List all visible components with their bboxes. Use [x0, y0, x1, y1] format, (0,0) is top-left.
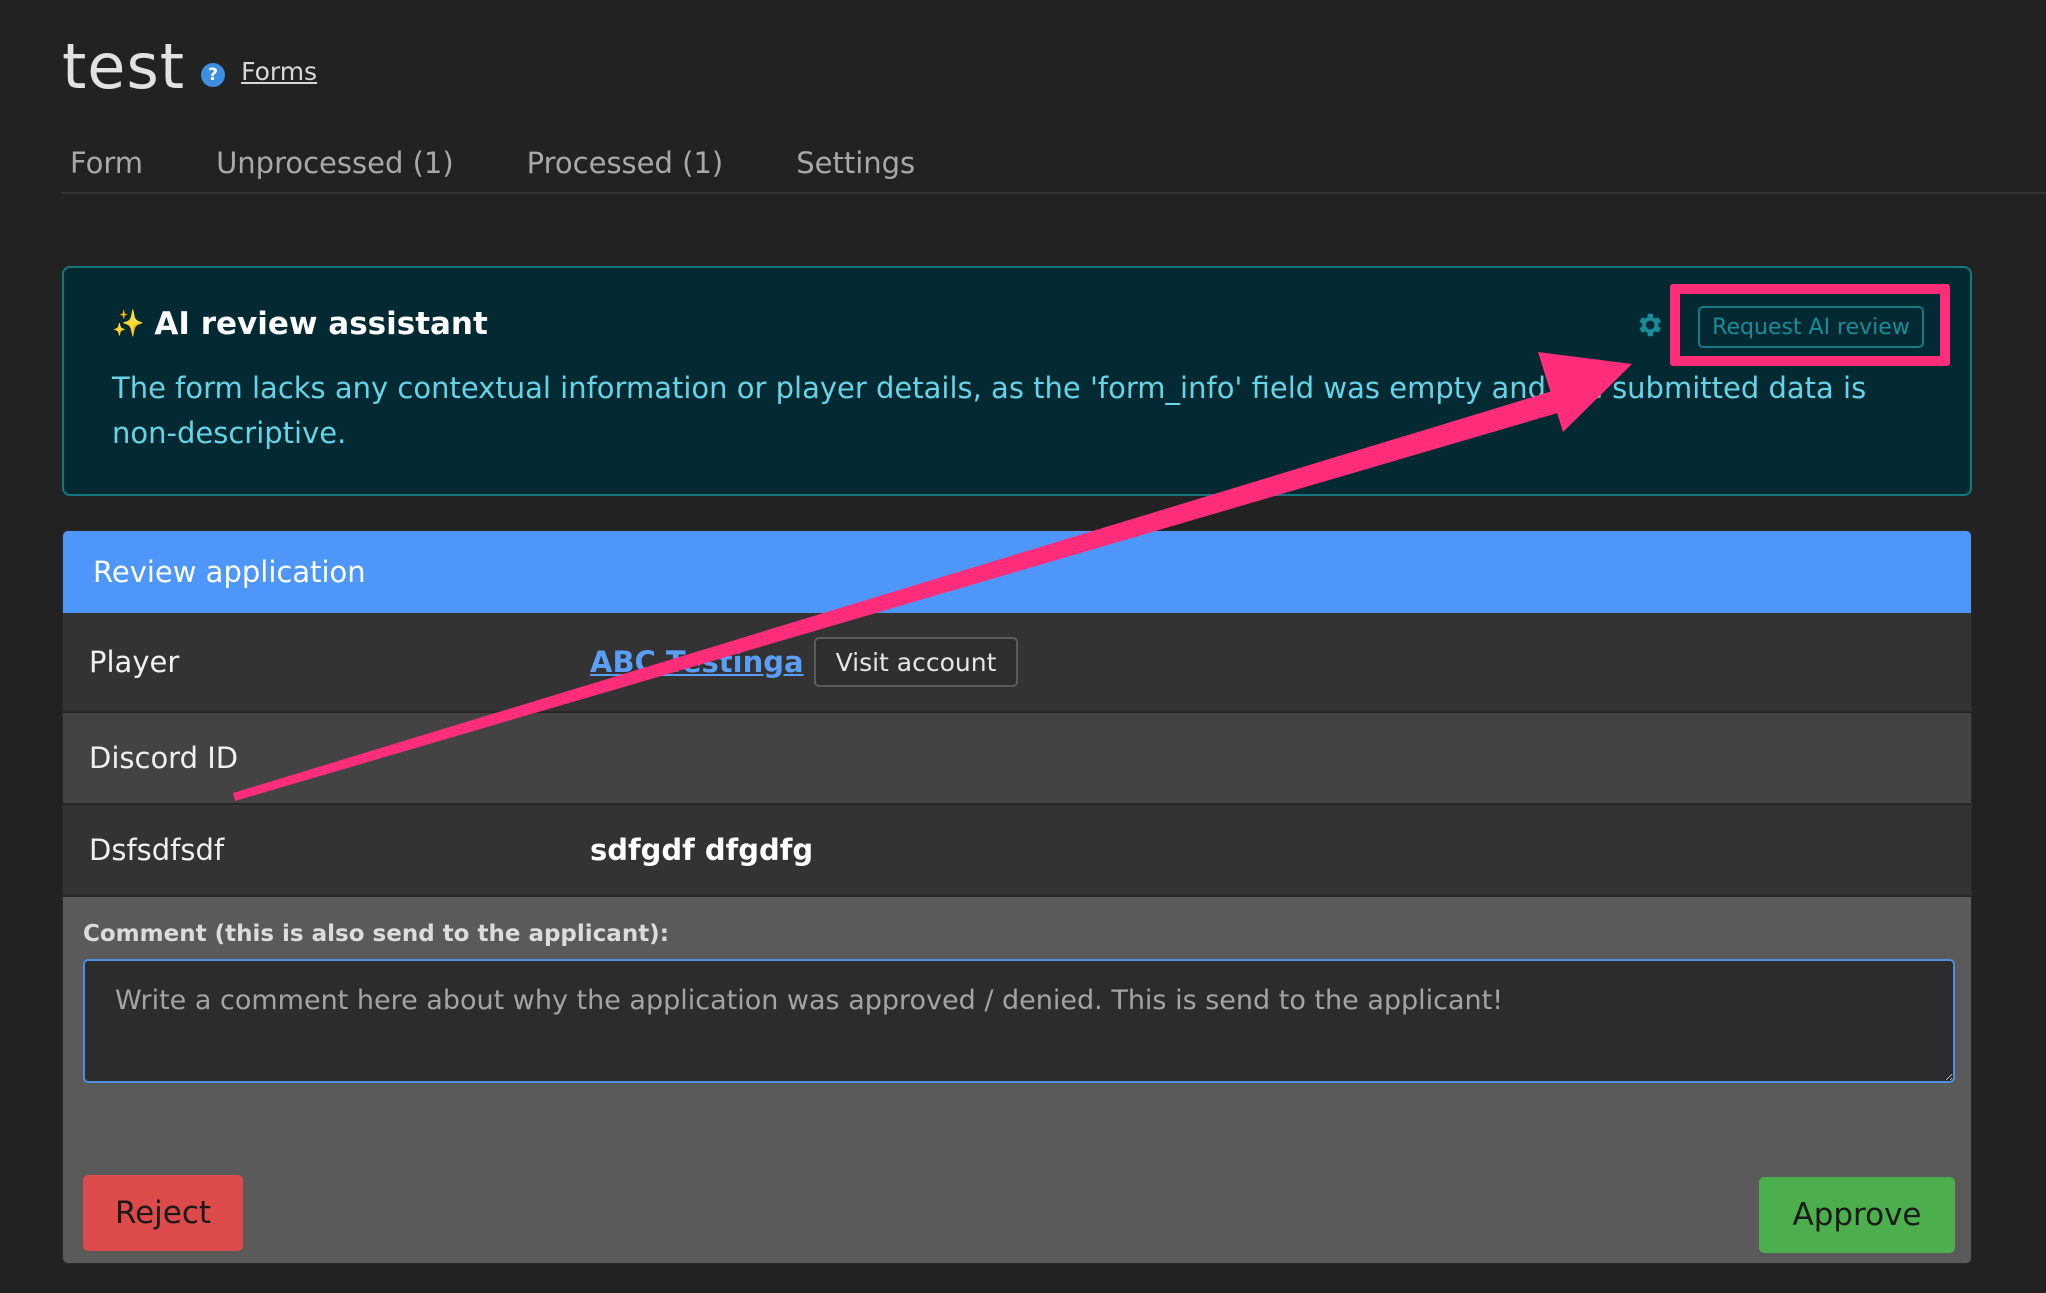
review-header: Review application	[63, 531, 1971, 613]
row-player: Player ABC Testinga Visit account	[63, 613, 1971, 713]
title-row: test ? Forms	[62, 30, 317, 103]
row-value: sdfgdf dfgdfg	[590, 833, 814, 867]
comment-area: Comment (this is also send to the applic…	[63, 897, 1971, 1253]
ai-review-text: The form lacks any contextual informatio…	[112, 371, 1867, 450]
forms-link[interactable]: Forms	[241, 57, 317, 86]
review-application-card: Review application Player ABC Testinga V…	[62, 530, 1972, 1264]
row-label: Dsfsdfsdf	[89, 833, 225, 867]
row-label: Discord ID	[89, 741, 239, 775]
question-circle-icon[interactable]: ?	[201, 63, 226, 87]
ai-review-title: AI review assistant	[154, 306, 488, 342]
ai-review-panel: ✨ AI review assistant Request AI review …	[62, 266, 1972, 496]
tab-bar: Form Unprocessed (1) Processed (1) Setti…	[62, 146, 2046, 194]
visit-account-button[interactable]: Visit account	[813, 637, 1019, 687]
comment-label: Comment (this is also send to the applic…	[83, 921, 669, 947]
approve-button[interactable]: Approve	[1759, 1177, 1955, 1253]
player-link[interactable]: ABC Testinga	[590, 645, 804, 679]
tab-unprocessed[interactable]: Unprocessed (1)	[216, 146, 454, 192]
row-value: ABC Testinga Visit account	[590, 637, 1019, 687]
row-label: Player	[89, 645, 180, 679]
comment-input[interactable]	[83, 959, 1955, 1083]
page-title: test	[62, 30, 186, 103]
row-dsfsdfsdf: Dsfsdfsdf sdfgdf dfgdfg	[63, 805, 1971, 897]
tab-settings[interactable]: Settings	[796, 146, 915, 192]
gear-icon[interactable]	[1634, 310, 1664, 340]
tab-processed[interactable]: Processed (1)	[527, 146, 724, 192]
page: test ? Forms Form Unprocessed (1) Proces…	[0, 0, 2046, 1293]
sparkle-icon: ✨	[112, 309, 145, 339]
request-ai-review-button[interactable]: Request AI review	[1698, 306, 1924, 348]
row-discord-id: Discord ID	[63, 713, 1971, 805]
ai-title-row: ✨ AI review assistant	[112, 306, 488, 342]
tab-form[interactable]: Form	[70, 146, 143, 192]
reject-button[interactable]: Reject	[83, 1175, 243, 1251]
